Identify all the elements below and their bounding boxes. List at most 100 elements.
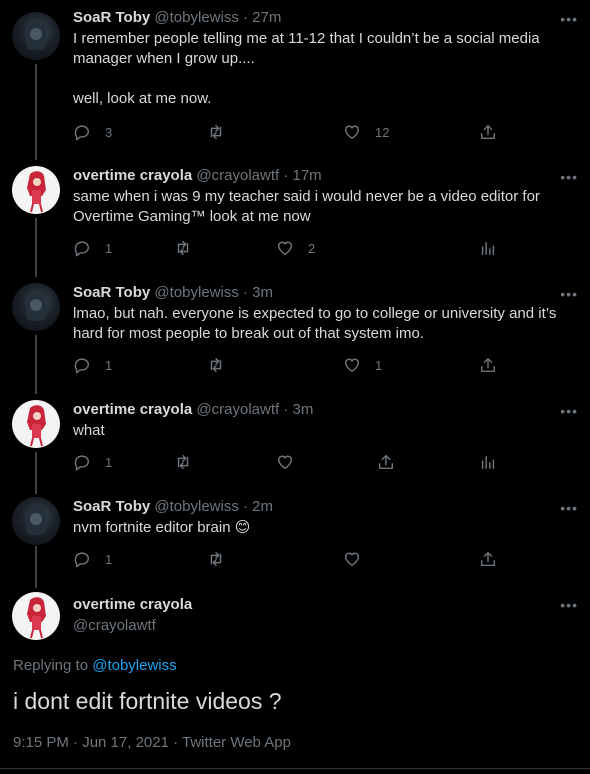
share-button[interactable] xyxy=(479,122,497,142)
author-meta[interactable]: @tobylewiss · 27m xyxy=(154,9,281,26)
tweet-text: nvm fortnite editor brain 😊 xyxy=(73,518,568,538)
share-icon xyxy=(378,454,394,470)
retweet-button[interactable] xyxy=(207,549,225,569)
author-meta[interactable]: @tobylewiss · 3m xyxy=(154,284,273,301)
avatar[interactable] xyxy=(12,592,60,640)
more-icon[interactable]: ••• xyxy=(560,12,578,26)
reply-button[interactable]: 1 xyxy=(73,355,112,375)
retweet-icon xyxy=(210,357,222,373)
tweet-line: well, look at me now. xyxy=(73,90,212,107)
like-count: 1 xyxy=(375,357,383,373)
more-icon[interactable]: ••• xyxy=(560,404,578,418)
like-count: 12 xyxy=(375,124,390,140)
like-count: 2 xyxy=(308,240,316,256)
analytics-icon xyxy=(481,455,495,470)
avatar[interactable] xyxy=(12,283,60,331)
author-meta[interactable]: @tobylewiss · 2m xyxy=(154,498,273,515)
tweet-actions: 3 12 xyxy=(73,122,503,142)
author-name[interactable]: SoaR Toby xyxy=(73,498,150,515)
avatar[interactable] xyxy=(12,497,60,545)
reply-icon xyxy=(74,455,90,471)
like-icon xyxy=(344,552,360,567)
like-icon xyxy=(277,455,293,470)
reply-count: 1 xyxy=(105,357,113,373)
tweet-text: same when i was 9 my teacher said i woul… xyxy=(73,187,568,227)
author-name[interactable]: overtime crayola xyxy=(73,401,192,418)
reply-icon xyxy=(74,241,90,257)
tweet[interactable]: overtime crayola @crayolawtf · 17m ••• s… xyxy=(0,166,590,264)
tweet[interactable]: SoaR Toby @tobylewiss · 3m ••• lmao, but… xyxy=(0,283,590,381)
replying-to-link[interactable]: @tobylewiss xyxy=(92,657,176,674)
tweet-line: I remember people telling me at 11-12 th… xyxy=(73,30,540,47)
main-author-name[interactable]: overtime crayola xyxy=(73,596,192,613)
analytics-button[interactable] xyxy=(479,238,497,258)
tweet[interactable]: SoaR Toby @tobylewiss · 27m ••• I rememb… xyxy=(0,8,590,148)
reply-button[interactable]: 3 xyxy=(73,122,112,142)
reply-count: 3 xyxy=(105,124,113,140)
tweet-header: SoaR Toby @tobylewiss · 2m xyxy=(73,497,273,517)
tweet-header: overtime crayola @crayolawtf · 3m xyxy=(73,400,313,420)
divider xyxy=(0,768,590,769)
author-name[interactable]: SoaR Toby xyxy=(73,9,150,26)
retweet-button[interactable] xyxy=(174,238,206,258)
tweet-line: lmao, but nah. everyone is expected to g… xyxy=(73,305,557,322)
reply-icon xyxy=(74,552,90,568)
retweet-button[interactable] xyxy=(207,355,239,375)
main-tweet-meta[interactable]: 9:15 PM · Jun 17, 2021 · Twitter Web App xyxy=(13,734,291,751)
tweet-line: hard for most people to break out of tha… xyxy=(73,325,425,342)
share-button[interactable] xyxy=(377,452,395,472)
like-icon xyxy=(344,125,360,140)
analytics-icon xyxy=(481,241,495,256)
analytics-button[interactable] xyxy=(479,452,497,472)
retweet-button[interactable] xyxy=(174,452,192,472)
tweet[interactable]: overtime crayola @crayolawtf · 3m ••• wh… xyxy=(0,400,590,478)
reply-icon xyxy=(74,125,90,141)
like-button[interactable]: 2 xyxy=(276,238,315,258)
like-icon xyxy=(277,241,293,256)
replying-prefix: Replying to xyxy=(13,657,93,674)
tweet-actions: 1 1 xyxy=(73,355,503,375)
more-icon[interactable]: ••• xyxy=(560,287,578,301)
like-button[interactable]: 1 xyxy=(343,355,382,375)
more-icon[interactable]: ••• xyxy=(560,598,578,612)
author-meta[interactable]: @crayolawtf · 3m xyxy=(196,401,313,418)
replying-to: Replying to @tobylewiss xyxy=(13,657,177,674)
share-icon xyxy=(480,357,496,373)
tweet[interactable]: SoaR Toby @tobylewiss · 2m ••• nvm fortn… xyxy=(0,497,590,575)
like-button[interactable] xyxy=(276,452,294,472)
reply-count: 1 xyxy=(105,240,113,256)
avatar[interactable] xyxy=(12,400,60,448)
share-button[interactable] xyxy=(479,355,497,375)
tweet-header: SoaR Toby @tobylewiss · 27m xyxy=(73,8,281,28)
avatar[interactable] xyxy=(12,166,60,214)
share-icon xyxy=(480,551,496,567)
author-name[interactable]: SoaR Toby xyxy=(73,284,150,301)
reply-count: 1 xyxy=(105,454,113,470)
like-icon xyxy=(344,358,360,373)
main-author-handle[interactable]: @crayolawtf xyxy=(73,617,156,634)
tweet-header: SoaR Toby @tobylewiss · 3m xyxy=(73,283,273,303)
retweet-button[interactable] xyxy=(207,122,239,142)
more-icon[interactable]: ••• xyxy=(560,170,578,184)
reply-button[interactable]: 1 xyxy=(73,549,112,569)
tweet-text: what xyxy=(73,421,568,441)
retweet-icon xyxy=(177,240,189,256)
like-button[interactable] xyxy=(343,549,361,569)
retweet-icon xyxy=(210,551,222,567)
reply-button[interactable]: 1 xyxy=(73,238,112,258)
tweet-line: Overtime Gaming™ look at me now xyxy=(73,208,311,225)
share-icon xyxy=(480,124,496,140)
reply-button[interactable]: 1 xyxy=(73,452,112,472)
retweet-icon xyxy=(210,124,222,140)
share-button[interactable] xyxy=(479,549,497,569)
author-meta[interactable]: @crayolawtf · 17m xyxy=(196,167,321,184)
tweet-line: manager when I grow up.... xyxy=(73,50,255,67)
tweet-actions: 1 xyxy=(73,549,503,569)
avatar[interactable] xyxy=(12,12,60,60)
author-name[interactable]: overtime crayola xyxy=(73,167,192,184)
main-tweet-text: i dont edit fortnite videos ? xyxy=(13,688,282,714)
like-button[interactable]: 12 xyxy=(343,122,389,142)
tweet-line: same when i was 9 my teacher said i woul… xyxy=(73,188,540,205)
more-icon[interactable]: ••• xyxy=(560,501,578,515)
tweet-actions: 1 xyxy=(73,452,503,472)
